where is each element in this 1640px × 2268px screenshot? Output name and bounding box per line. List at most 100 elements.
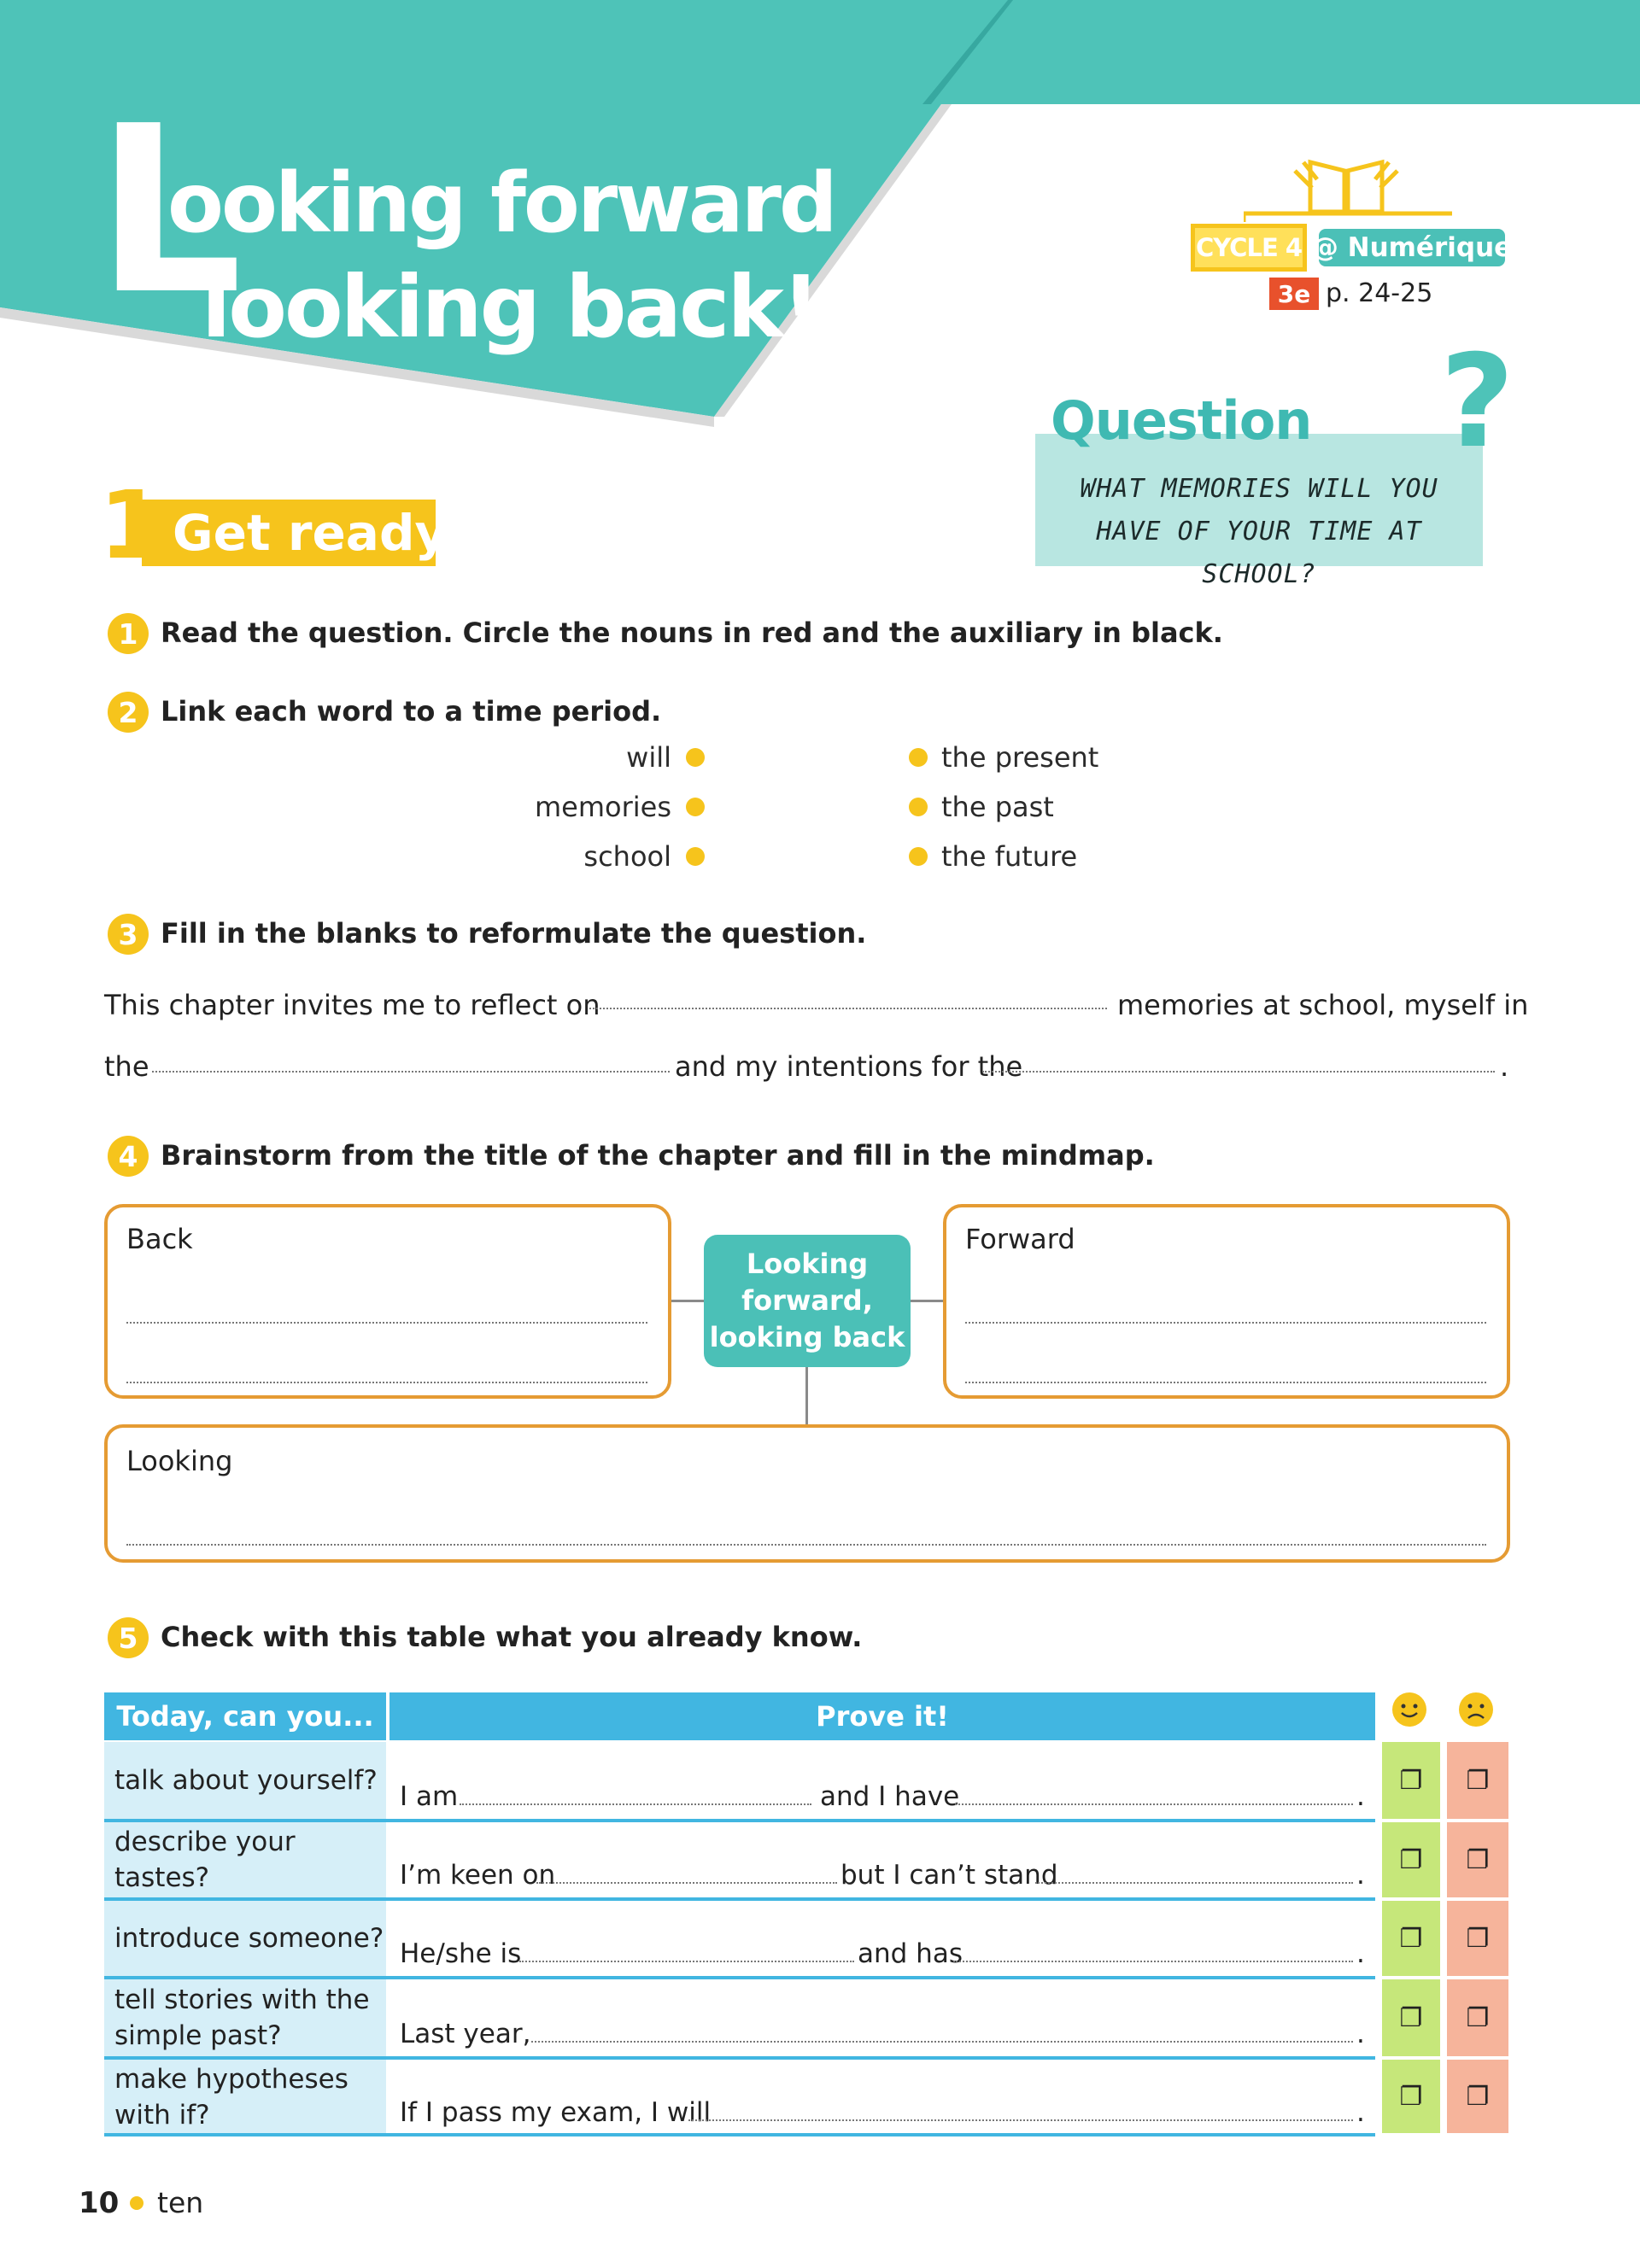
page-reference: p. 24-25 xyxy=(1326,278,1433,308)
exercise-number: 3 xyxy=(108,914,149,955)
mindmap-looking-label: Looking xyxy=(126,1445,233,1477)
mindmap-back-box[interactable]: Back xyxy=(104,1204,671,1399)
exercise-instruction: Link each word to a time period. xyxy=(161,695,662,728)
exercise-number: 5 xyxy=(108,1617,149,1658)
open-book-icon xyxy=(1244,159,1452,222)
prove-text: but I can’t stand xyxy=(840,1860,1058,1891)
question-mark-icon: ? xyxy=(1440,328,1515,476)
question-text: WHAT MEMORIES WILL YOU HAVE OF YOUR TIME… xyxy=(1080,474,1438,589)
prove-text: and has xyxy=(858,1938,963,1969)
link-word-right: the past xyxy=(941,791,1054,823)
mindmap-looking-box[interactable]: Looking xyxy=(104,1424,1510,1563)
mindmap-center: Looking forward, looking back xyxy=(704,1235,911,1367)
checkbox-yes[interactable]: ❐ xyxy=(1382,2060,1440,2133)
fill-text: the xyxy=(104,1050,149,1083)
mindmap-connector xyxy=(911,1300,945,1302)
prove-blank[interactable] xyxy=(460,1803,811,1805)
mindmap-connector xyxy=(805,1367,808,1425)
prove-blank[interactable] xyxy=(688,2119,1353,2121)
fill-blank[interactable] xyxy=(152,1071,670,1073)
link-dot-left[interactable] xyxy=(686,748,705,767)
exercise-number: 2 xyxy=(108,692,149,733)
link-word-right: the future xyxy=(941,840,1078,873)
checkbox-yes[interactable]: ❐ xyxy=(1382,1822,1440,1897)
link-word-left: will xyxy=(626,741,671,774)
link-dot-right[interactable] xyxy=(909,748,928,767)
prove-blank[interactable] xyxy=(1035,1882,1353,1884)
checkbox-no[interactable]: ❐ xyxy=(1447,2060,1508,2133)
section-number: 1 xyxy=(99,471,165,580)
fill-text: This chapter invites me to reflect on xyxy=(104,989,600,1021)
mindmap-forward-box[interactable]: Forward xyxy=(943,1204,1510,1399)
table-row-question: introduce someone? xyxy=(104,1901,386,1976)
page-number: 10 xyxy=(79,2186,120,2220)
link-dot-right[interactable] xyxy=(909,798,928,816)
prove-text: He/she is xyxy=(400,1938,522,1969)
mindmap-connector xyxy=(670,1300,704,1302)
exercise-instruction: Brainstorm from the title of the chapter… xyxy=(161,1139,1155,1172)
cycle-badge: CYCLE 4 xyxy=(1191,224,1307,272)
fill-text: and my intentions for the xyxy=(675,1050,1023,1083)
exercise-number: 4 xyxy=(108,1136,149,1177)
prove-text: Last year, xyxy=(400,2019,531,2049)
fill-blank[interactable] xyxy=(589,1008,1107,1009)
prove-text: and I have xyxy=(820,1781,960,1812)
mindmap-blank[interactable] xyxy=(126,1322,647,1324)
checkbox-yes[interactable]: ❐ xyxy=(1382,1979,1440,2056)
prove-end: . xyxy=(1356,2097,1365,2128)
fill-blank[interactable] xyxy=(982,1071,1495,1073)
prove-blank[interactable] xyxy=(519,1961,854,1962)
prove-text: If I pass my exam, I will xyxy=(400,2097,712,2128)
checkbox-no[interactable]: ❐ xyxy=(1447,1742,1508,1819)
question-title: Question xyxy=(1051,389,1312,452)
prove-end: . xyxy=(1356,2019,1365,2049)
checkbox-yes[interactable]: ❐ xyxy=(1382,1742,1440,1819)
mindmap-back-label: Back xyxy=(126,1223,193,1255)
exercise-instruction: Check with this table what you already k… xyxy=(161,1621,863,1653)
mindmap-blank[interactable] xyxy=(965,1322,1486,1324)
fill-text: . xyxy=(1500,1050,1509,1083)
exercise-instruction: Fill in the blanks to reformulate the qu… xyxy=(161,917,867,950)
link-word-left: memories xyxy=(534,791,671,823)
prove-text: I’m keen on xyxy=(400,1860,556,1891)
table-row-question: describe your tastes? xyxy=(104,1822,386,1897)
prove-end: . xyxy=(1356,1781,1365,1812)
table-row-question: tell stories with the simple past? xyxy=(104,1979,386,2056)
page-word: ten xyxy=(157,2186,204,2219)
row-divider xyxy=(104,2133,1375,2136)
fill-text: memories at school, myself in xyxy=(1117,989,1529,1021)
checkbox-no[interactable]: ❐ xyxy=(1447,1979,1508,2056)
link-word-right: the present xyxy=(941,741,1099,774)
prove-blank[interactable] xyxy=(536,1882,837,1884)
mindmap-blank[interactable] xyxy=(126,1382,647,1383)
table-row-question: talk about yourself? xyxy=(104,1742,386,1819)
exercise-instruction: Read the question. Circle the nouns in r… xyxy=(161,617,1223,649)
mindmap-blank[interactable] xyxy=(126,1544,1486,1546)
table-header-left: Today, can you... xyxy=(104,1692,386,1740)
link-word-left: school xyxy=(583,840,671,873)
table-row-question: make hypotheses with if? xyxy=(104,2060,386,2135)
prove-end: . xyxy=(1356,1938,1365,1969)
prove-blank[interactable] xyxy=(531,2041,1353,2043)
checkbox-yes[interactable]: ❐ xyxy=(1382,1901,1440,1976)
prove-blank[interactable] xyxy=(953,1961,1353,1962)
prove-blank[interactable] xyxy=(955,1803,1353,1805)
link-dot-right[interactable] xyxy=(909,847,928,866)
checkbox-no[interactable]: ❐ xyxy=(1447,1901,1508,1976)
mindmap-blank[interactable] xyxy=(965,1382,1486,1383)
link-dot-left[interactable] xyxy=(686,798,705,816)
chapter-title-line2: looking back! xyxy=(202,257,820,357)
prove-text: I am xyxy=(400,1781,459,1812)
prove-end: . xyxy=(1356,1860,1365,1891)
link-dot-left[interactable] xyxy=(686,847,705,866)
numerique-badge[interactable]: @ Numérique xyxy=(1312,229,1512,266)
checkbox-no[interactable]: ❐ xyxy=(1447,1822,1508,1897)
exercise-number: 1 xyxy=(108,613,149,654)
smiley-sad-icon xyxy=(1459,1692,1493,1727)
smiley-happy-icon xyxy=(1392,1692,1426,1727)
chapter-title-line1: ooking forward xyxy=(167,155,838,251)
page-dot-icon xyxy=(130,2196,144,2210)
section-title: Get ready xyxy=(173,504,448,562)
grade-badge: 3e xyxy=(1269,278,1319,310)
table-header-right: Prove it! xyxy=(390,1692,1375,1740)
